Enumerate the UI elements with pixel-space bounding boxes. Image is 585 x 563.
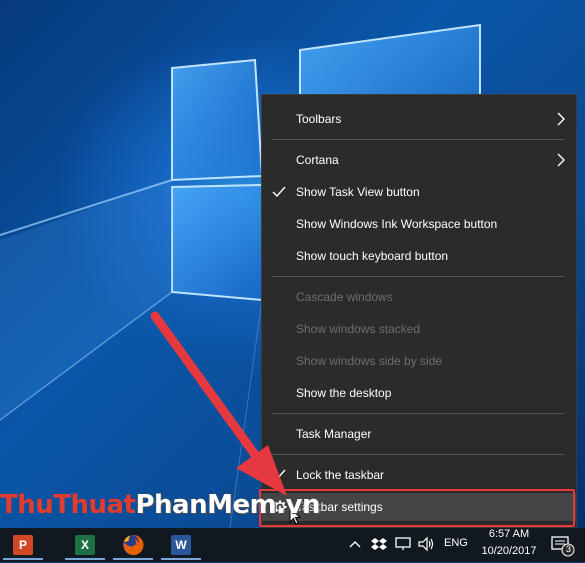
excel-icon: X bbox=[75, 535, 95, 555]
taskbar: P X W ENG 6:57 AM 10/20/2017 3 bbox=[0, 528, 585, 562]
dropbox-icon[interactable] bbox=[371, 537, 387, 551]
app-letter: W bbox=[175, 538, 187, 552]
red-arrow-annotation bbox=[150, 311, 287, 496]
clock[interactable]: 6:57 AM 10/20/2017 bbox=[476, 528, 542, 562]
taskbar-app-firefox[interactable] bbox=[110, 530, 156, 560]
watermark-part2: PhanMem.vn bbox=[135, 490, 321, 520]
watermark-part1: ThuThuat bbox=[0, 490, 136, 520]
language-indicator[interactable]: ENG bbox=[444, 537, 468, 549]
firefox-icon bbox=[123, 534, 144, 555]
running-indicator bbox=[113, 558, 153, 560]
chevron-up-icon[interactable] bbox=[349, 539, 361, 549]
powerpoint-icon: P bbox=[13, 535, 33, 555]
clock-time: 6:57 AM bbox=[488, 528, 530, 540]
watermark-logo: ThuThuatPhanMem.vn bbox=[0, 490, 321, 520]
clock-date: 10/20/2017 bbox=[481, 545, 537, 557]
volume-icon[interactable] bbox=[418, 536, 436, 552]
taskbar-app-powerpoint[interactable]: P bbox=[0, 530, 46, 560]
taskbar-app-excel[interactable]: X bbox=[62, 530, 108, 560]
network-icon[interactable] bbox=[395, 537, 411, 551]
notification-count: 3 bbox=[565, 544, 571, 554]
running-indicator bbox=[3, 558, 43, 560]
running-indicator bbox=[65, 558, 105, 560]
running-indicator bbox=[161, 558, 201, 560]
app-letter: X bbox=[80, 538, 89, 552]
action-center-button[interactable]: 3 bbox=[549, 532, 575, 558]
app-letter: P bbox=[18, 538, 27, 552]
taskbar-app-word[interactable]: W bbox=[158, 530, 204, 560]
word-icon: W bbox=[171, 535, 191, 555]
